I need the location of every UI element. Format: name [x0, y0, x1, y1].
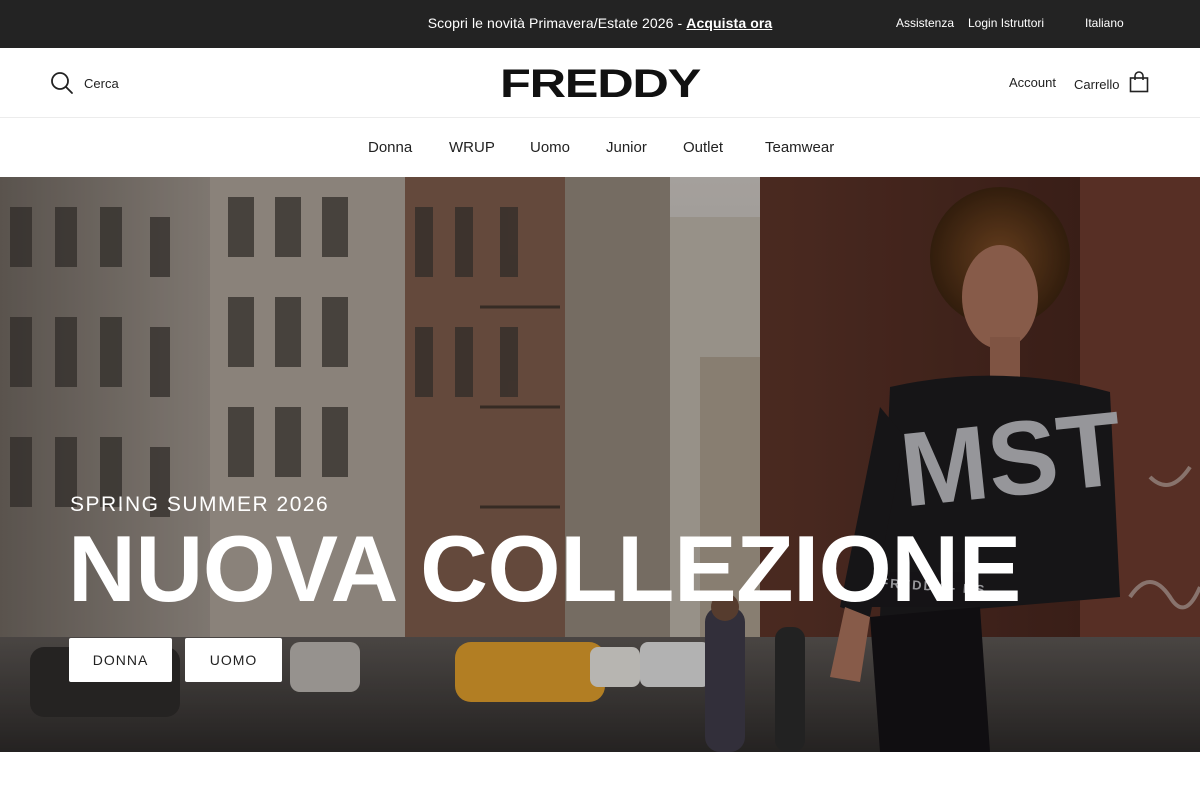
account-link[interactable]: Account	[1009, 75, 1056, 90]
cart-label: Carrello	[1074, 77, 1120, 92]
promo-text: Scopri le novità Primavera/Estate 2026 -	[427, 15, 683, 31]
hero-eyebrow: SPRING SUMMER 2026	[70, 493, 330, 516]
shopping-bag-icon	[1129, 71, 1149, 98]
nav-item-donna[interactable]: Donna	[368, 139, 412, 156]
hero-headline: NUOVA COLLEZIONE	[68, 516, 1021, 621]
site-header: Cerca FREDDY Account Carrello	[0, 48, 1200, 118]
search-icon	[50, 71, 74, 100]
hero-image: MST FREDDY - MS	[0, 177, 1200, 752]
language-selector[interactable]: Italiano	[1085, 16, 1124, 30]
nav-item-wrup[interactable]: WRUP	[449, 139, 495, 156]
support-link[interactable]: Assistenza	[896, 16, 954, 30]
logo-text: FREDDY	[500, 65, 701, 101]
nav-item-junior[interactable]: Junior	[606, 139, 647, 156]
shop-uomo-button[interactable]: UOMO	[185, 638, 282, 682]
freddy-logo[interactable]: FREDDY	[499, 62, 703, 106]
instructor-login-link[interactable]: Login Istruttori	[968, 16, 1044, 30]
shop-donna-button[interactable]: DONNA	[69, 638, 172, 682]
hero-banner: MST FREDDY - MS SPRING SUMMER 2026 NUOVA…	[0, 177, 1200, 752]
announcement-bar: Scopri le novità Primavera/Estate 2026 -…	[0, 0, 1200, 48]
search-button[interactable]: Cerca	[50, 71, 119, 100]
main-navigation: Donna WRUP Uomo Junior Outlet Teamwear	[0, 119, 1200, 177]
shop-now-link[interactable]: Acquista ora	[686, 15, 772, 31]
cart-button[interactable]: Carrello	[1074, 71, 1149, 98]
nav-item-teamwear[interactable]: Teamwear	[765, 139, 834, 156]
content-area	[0, 752, 1200, 800]
search-label: Cerca	[84, 76, 119, 91]
nav-item-uomo[interactable]: Uomo	[530, 139, 570, 156]
nav-item-outlet[interactable]: Outlet	[683, 139, 723, 156]
